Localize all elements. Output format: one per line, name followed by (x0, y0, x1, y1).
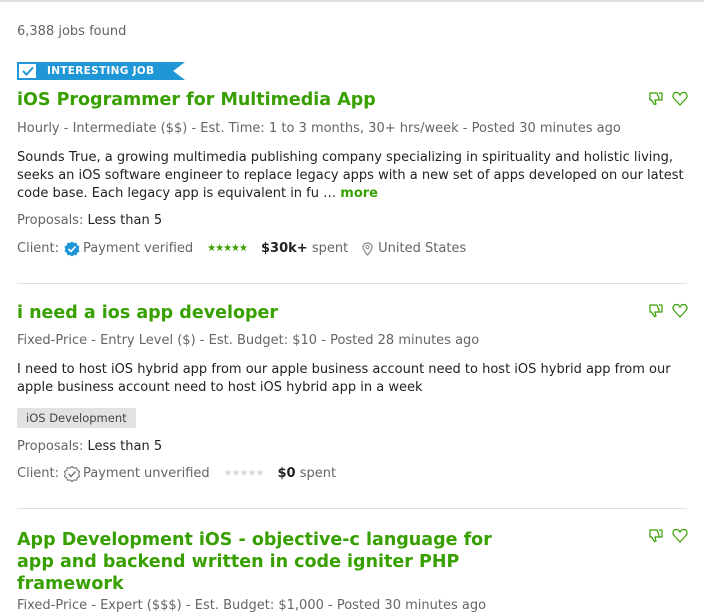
client-spent: $30k+ spent (261, 240, 348, 258)
verified-check-icon (64, 241, 80, 257)
job-divider (17, 508, 687, 509)
job-title-link[interactable]: App Development iOS - objective-c langua… (17, 529, 517, 595)
posted-time: Posted 30 minutes ago (471, 121, 621, 136)
job-meta-3: Fixed-Price - Expert ($$$) - Est. Budget… (17, 598, 487, 613)
job-card-3: App Development iOS - objective-c langua… (17, 529, 517, 595)
badge-label: INTERESTING JOB (38, 62, 185, 80)
job-meta-1: Hourly - Intermediate ($$) - Est. Time: … (17, 121, 621, 136)
job-actions-3 (648, 527, 692, 547)
payment-status: Payment verified (83, 241, 194, 256)
client-rating-stars: ★★★★★ (223, 468, 265, 479)
spent-suffix: spent (299, 466, 337, 481)
proposals-label: Proposals: (17, 213, 84, 228)
job-actions-2 (648, 302, 692, 322)
job-meta-2: Fixed-Price - Entry Level ($) - Est. Bud… (17, 333, 480, 348)
top-border (0, 0, 704, 2)
job-type: Fixed-Price (17, 598, 88, 613)
client-label: Client: (17, 241, 60, 256)
heart-icon[interactable] (672, 528, 688, 547)
job-title-link[interactable]: i need a ios app developer (17, 302, 687, 324)
experience-level: Intermediate ($$) (72, 121, 188, 136)
client-label: Client: (17, 466, 60, 481)
proposals-value: Less than 5 (87, 213, 163, 228)
posted-time: Posted 28 minutes ago (330, 333, 480, 348)
posted-time: Posted 30 minutes ago (336, 598, 487, 613)
job-card-2: i need a ios app developer (17, 302, 687, 324)
job-actions-1 (648, 90, 692, 110)
experience-level: Expert ($$$) (100, 598, 182, 613)
duration-label: Est. Time: (200, 121, 265, 136)
unverified-check-icon (64, 466, 81, 482)
more-link[interactable]: more (340, 186, 378, 201)
budget-value: $1,000 (278, 598, 324, 613)
payment-status: Payment unverified (83, 466, 210, 481)
client-row-2: Client: Payment unverified ★★★★★ $0 spen… (17, 465, 687, 483)
client-spent: $0 spent (277, 465, 336, 483)
proposals-label: Proposals: (17, 439, 84, 454)
proposals-value: Less than 5 (87, 439, 163, 454)
client-row-1: Client: Payment verified ★★★★★ $30k+ spe… (17, 240, 687, 258)
skill-tag[interactable]: iOS Development (17, 408, 136, 428)
heart-icon[interactable] (672, 91, 688, 110)
duration-value: 1 to 3 months, 30+ hrs/week (268, 121, 459, 136)
thumbs-down-icon[interactable] (648, 302, 664, 322)
spent-amount: $0 (277, 466, 296, 481)
proposals-row-1: Proposals: Less than 5 (17, 212, 687, 230)
client-location: United States (378, 241, 467, 256)
job-type: Hourly (17, 121, 60, 136)
results-count: 6,388 jobs found (17, 24, 127, 39)
job-description-2: I need to host iOS hybrid app from our a… (17, 361, 687, 397)
job-description-1: Sounds True, a growing multimedia publis… (17, 149, 687, 203)
proposals-row-2: Proposals: Less than 5 (17, 438, 687, 456)
thumbs-down-icon[interactable] (648, 527, 664, 547)
experience-level: Entry Level ($) (100, 333, 196, 348)
job-title-link[interactable]: iOS Programmer for Multimedia App (17, 89, 687, 111)
map-pin-icon (362, 242, 373, 256)
budget-value: $10 (292, 333, 318, 348)
thumbs-down-icon[interactable] (648, 90, 664, 110)
interesting-job-badge: INTERESTING JOB (17, 62, 185, 80)
job-card-1: iOS Programmer for Multimedia App (17, 89, 687, 111)
heart-icon[interactable] (672, 303, 688, 322)
checkmark-icon (17, 62, 38, 80)
spent-amount: $30k+ (260, 241, 308, 256)
job-type: Fixed-Price (17, 333, 88, 348)
budget-label: Est. Budget: (194, 598, 275, 613)
description-text: I need to host iOS hybrid app from our a… (17, 362, 671, 395)
client-rating-stars: ★★★★★ (207, 243, 248, 254)
spent-suffix: spent (311, 241, 349, 256)
budget-label: Est. Budget: (208, 333, 289, 348)
skills-row-2: iOS Development (17, 407, 687, 428)
job-divider (17, 283, 687, 284)
